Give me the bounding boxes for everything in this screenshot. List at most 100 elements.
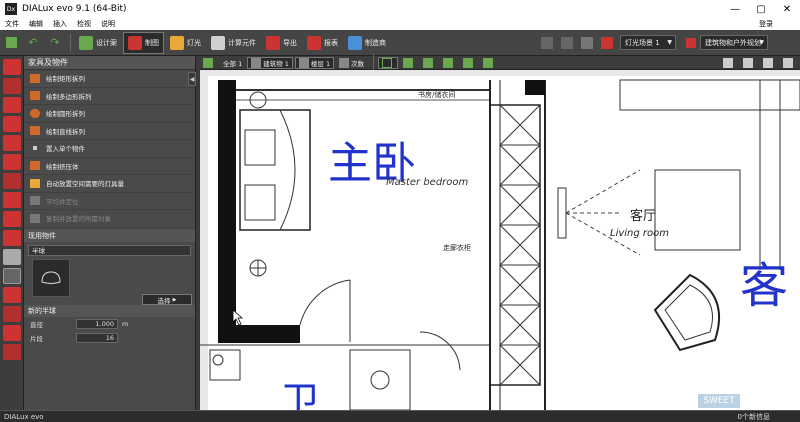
- diameter-input[interactable]: 1.000: [76, 318, 118, 329]
- light-scene-tool-icon-1[interactable]: [539, 35, 555, 51]
- extrusion-icon: [30, 161, 40, 171]
- label-guest: 客: [740, 258, 788, 314]
- toolstrip-icon-10[interactable]: [3, 230, 21, 246]
- maximize-icon[interactable]: ▢: [748, 0, 774, 18]
- view-all[interactable]: 全部 1: [220, 57, 245, 69]
- toolstrip-icon-13[interactable]: [3, 287, 21, 303]
- toolstrip-icon-15[interactable]: [3, 325, 21, 341]
- polygon-array-icon: [30, 91, 40, 101]
- menu-help[interactable]: 说明: [96, 19, 120, 29]
- label-living-en: Living room: [610, 228, 669, 239]
- left-tool-strip: [0, 56, 24, 410]
- label-bath: 卫: [280, 379, 320, 410]
- minimize-icon[interactable]: —: [722, 0, 748, 18]
- menu-file[interactable]: 文件: [0, 19, 24, 29]
- new-hemisphere-header: 新的半球: [24, 304, 195, 317]
- measure-icon[interactable]: [760, 57, 778, 69]
- light-scene-tool-icon-2[interactable]: [559, 35, 575, 51]
- select-button[interactable]: 选择 ▶: [142, 294, 192, 305]
- panel-collapse-arrow-icon[interactable]: ◀: [188, 72, 196, 86]
- panel-title: 家具及物件: [24, 56, 195, 70]
- chevron-down-icon: ▼: [667, 39, 672, 46]
- view-3d-button-1[interactable]: [400, 57, 418, 69]
- mode-construction[interactable]: 制图: [123, 31, 164, 54]
- draw-line-array[interactable]: 绘制直线拆列: [24, 123, 195, 140]
- mode-calc-objects[interactable]: 计算元件: [207, 32, 260, 54]
- place-single-object[interactable]: 置入单个物件: [24, 140, 195, 158]
- light-scene-tool-icon-3[interactable]: [579, 35, 595, 51]
- mode-report[interactable]: 报表: [303, 32, 342, 54]
- dimension-icon[interactable]: [780, 57, 798, 69]
- toolstrip-icon-3[interactable]: [3, 97, 21, 113]
- save-icon[interactable]: [3, 35, 19, 51]
- separator: [373, 53, 375, 72]
- scene-settings-icon[interactable]: [683, 35, 699, 51]
- copy-place-icon: [30, 213, 40, 223]
- diameter-row: 直径 1.000 m: [24, 317, 195, 331]
- light-scene-select[interactable]: 灯光场景 1 ▼: [620, 35, 676, 50]
- view-3d-button-5[interactable]: [480, 57, 498, 69]
- close-icon[interactable]: ✕: [774, 0, 800, 18]
- mode-light[interactable]: 灯光: [166, 32, 205, 54]
- toolstrip-icon-16[interactable]: [3, 344, 21, 360]
- cube-icon: [423, 57, 434, 68]
- view-floor[interactable]: 楼层 1: [294, 56, 335, 69]
- copy-place-objects: 复制并放置的所需对象: [24, 210, 195, 228]
- segments-input[interactable]: 16: [76, 332, 118, 343]
- view-3d-button-3[interactable]: [440, 57, 458, 69]
- view-building[interactable]: 建筑物 1: [247, 56, 293, 69]
- toolstrip-icon-8[interactable]: [3, 192, 21, 208]
- planning-select[interactable]: 建筑物和户外规划 ▼: [700, 35, 768, 50]
- furniture-panel: 家具及物件 绘制矩形拆列 绘制多边形拆列 绘制圆形拆列 绘制直线拆列 置入单个物…: [24, 56, 196, 410]
- chevron-right-icon: ▶: [172, 296, 177, 303]
- watermark: SWEET: [698, 394, 740, 408]
- calc-objects-icon: [211, 35, 225, 50]
- toolstrip-icon-7[interactable]: [3, 173, 21, 189]
- view-select-icon[interactable]: [200, 57, 218, 69]
- undo-icon[interactable]: ↶: [25, 35, 41, 51]
- draw-circle-array[interactable]: 绘制圆形拆列: [24, 105, 195, 123]
- toolstrip-icon-6[interactable]: [3, 154, 21, 170]
- draw-rect-array[interactable]: 绘制矩形拆列: [24, 70, 195, 88]
- toolstrip-icon-1[interactable]: [3, 59, 21, 75]
- light-scene-tool-icon-4[interactable]: [599, 35, 615, 51]
- view-3d-button-2[interactable]: [420, 57, 438, 69]
- mode-manufacturer[interactable]: 制造商: [344, 32, 390, 54]
- menu-view[interactable]: 检视: [72, 19, 96, 29]
- view-level[interactable]: 次数: [336, 57, 367, 69]
- menu-edit[interactable]: 编辑: [24, 19, 48, 29]
- drawing-viewport[interactable]: 主卧 Master bedroom 书房/储衣间 走廊衣柜 客厅 Living …: [200, 70, 800, 410]
- cube-icon: [483, 57, 494, 68]
- mode-project[interactable]: 设计案: [75, 32, 121, 54]
- toolstrip-icon-9[interactable]: [3, 211, 21, 227]
- construction-icon: [128, 35, 142, 50]
- draw-extrusion[interactable]: 绘制挤压体: [24, 158, 195, 175]
- auto-place-icon: [30, 178, 40, 188]
- toolstrip-icon-14[interactable]: [3, 306, 21, 322]
- mode-export[interactable]: 导出: [262, 32, 301, 54]
- zoom-fit-icon[interactable]: [720, 57, 738, 69]
- draw-polygon-array[interactable]: 绘制多边形拆列: [24, 88, 195, 105]
- view-3d-button-4[interactable]: [460, 57, 478, 69]
- floor-plan-drawing[interactable]: 主卧 Master bedroom 书房/储衣间 走廊衣柜 客厅 Living …: [200, 70, 800, 410]
- status-messages[interactable]: 0个新信息: [738, 412, 770, 422]
- used-objects-header: 现用物件: [24, 229, 195, 242]
- toolstrip-icon-2[interactable]: [3, 78, 21, 94]
- menu-insert[interactable]: 插入: [48, 19, 72, 29]
- login-menu[interactable]: 登录: [754, 19, 778, 29]
- used-object-field[interactable]: 半球: [28, 244, 191, 256]
- hemisphere-thumbnail: [32, 258, 70, 297]
- toolstrip-icon-11[interactable]: [3, 249, 21, 265]
- segments-row: 片段 16: [24, 331, 195, 345]
- light-icon: [170, 35, 184, 50]
- furniture-tool-icon[interactable]: [3, 268, 21, 284]
- toolstrip-icon-5[interactable]: [3, 135, 21, 151]
- redo-icon[interactable]: ↷: [47, 35, 63, 51]
- level-icon: [339, 57, 350, 68]
- toolstrip-icon-4[interactable]: [3, 116, 21, 132]
- average-position: 平均并定位: [24, 193, 195, 210]
- view-2d-button[interactable]: [378, 56, 399, 69]
- zoom-window-icon[interactable]: [740, 57, 758, 69]
- auto-place-luminaires[interactable]: 自动放置空间需要的灯具量: [24, 175, 195, 193]
- title-bar: Dx DIALux evo 9.1 (64-Bit): [0, 0, 800, 18]
